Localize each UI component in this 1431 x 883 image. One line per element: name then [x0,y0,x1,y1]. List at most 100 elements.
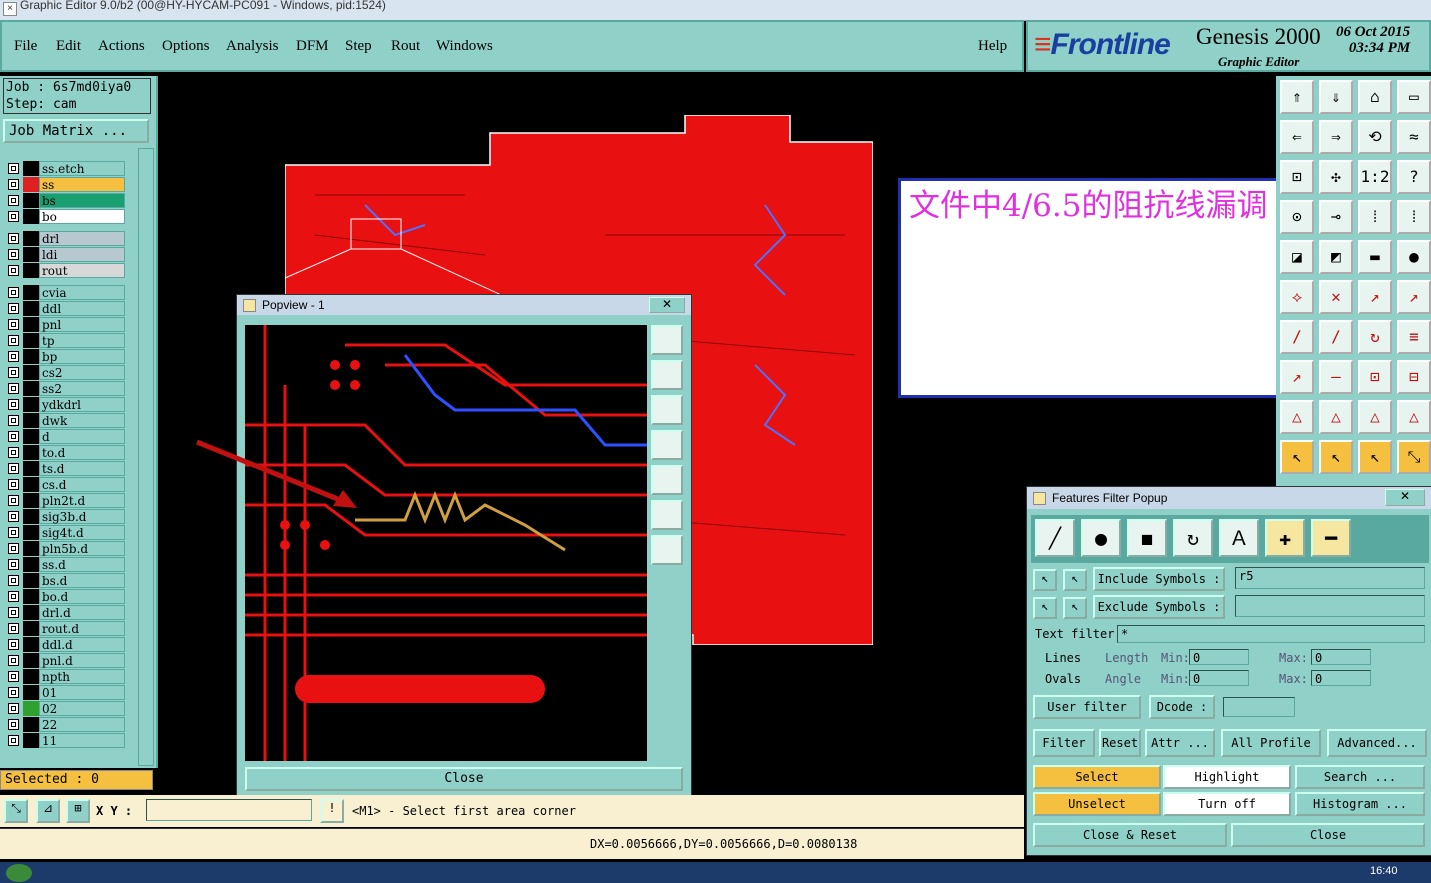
dash-icon[interactable]: — [1319,360,1353,394]
layer-name[interactable]: 01 [39,685,125,700]
length-max-field[interactable]: 0 [1311,649,1371,665]
line-diag-icon[interactable]: ↗ [1397,280,1431,314]
exclude-symbols-button[interactable]: Exclude Symbols : [1093,595,1225,619]
layer-name[interactable]: to.d [39,445,125,460]
line-type-icon[interactable]: ╱ [1035,519,1075,557]
layer-name[interactable]: pln2t.d [39,493,125,508]
snap-icon[interactable]: ⊙ [1280,200,1314,234]
layer-checkbox[interactable] [8,495,19,506]
layer-checkbox[interactable] [8,671,19,682]
text-filter-field[interactable]: * [1117,625,1425,643]
move-left-icon[interactable] [651,430,683,460]
exclude-pick-icon[interactable]: ↖ [1033,597,1057,619]
layer-color-swatch[interactable] [23,413,39,428]
lines-checkbox[interactable]: Lines [1045,651,1081,665]
layer-color-swatch[interactable] [23,397,39,412]
layer-checkbox[interactable] [8,527,19,538]
layer-color-swatch[interactable] [23,589,39,604]
menu-options[interactable]: Options [162,38,210,55]
layer-color-swatch[interactable] [23,247,39,262]
layer-checkbox[interactable] [8,319,19,330]
layer-color-swatch[interactable] [23,637,39,652]
layer-row[interactable]: ldi [3,247,127,262]
layer-row[interactable]: sig4t.d [3,525,127,540]
layers2-icon[interactable]: ⁞ [1397,200,1431,234]
move-down-icon[interactable] [651,395,683,425]
layer-row[interactable]: pln2t.d [3,493,127,508]
menu-analysis[interactable]: Analysis [226,38,279,55]
tri4-icon[interactable]: △ [1397,400,1431,434]
layer-name[interactable]: dwk [39,413,125,428]
popview-close-button[interactable]: Close [245,767,683,791]
layer-row[interactable]: ddl.d [3,637,127,652]
rotate-icon[interactable]: ↻ [1358,320,1392,354]
move-up-icon[interactable] [651,360,683,390]
layer-name[interactable]: ldi [39,247,125,262]
expand-icon[interactable] [651,500,683,530]
grid-icon[interactable]: ⊞ [66,799,90,823]
filter-toggle[interactable]: Filter [1033,729,1095,757]
menu-icon[interactable]: ≡ [1397,320,1431,354]
layer-row[interactable]: d [3,429,127,444]
layer-row[interactable]: tp [3,333,127,348]
arc-type-icon[interactable]: ↻ [1173,519,1213,557]
menu-step[interactable]: Step [345,38,372,55]
left-icon[interactable]: ⇐ [1280,120,1314,154]
arrow-icon[interactable]: ↗ [1280,360,1314,394]
include-symbols-button[interactable]: Include Symbols : [1093,567,1225,591]
zoom-fit-icon[interactable] [651,325,683,355]
home-icon[interactable]: ⌂ [1358,80,1392,114]
box-icon[interactable]: ⊡ [1358,360,1392,394]
layer-color-swatch[interactable] [23,685,39,700]
layer-checkbox[interactable] [8,351,19,362]
negative-icon[interactable]: ━ [1311,519,1351,557]
layer-color-swatch[interactable] [23,381,39,396]
layer-color-swatch[interactable] [23,429,39,444]
tri3-icon[interactable]: △ [1358,400,1392,434]
layer-color-swatch[interactable] [23,509,39,524]
layer-color-swatch[interactable] [23,701,39,716]
popview-canvas[interactable] [245,325,647,761]
layer-row[interactable]: bo.d [3,589,127,604]
length-checkbox[interactable]: Length [1105,651,1148,665]
layer-row[interactable]: 11 [3,733,127,748]
search-button[interactable]: Search ... [1295,765,1425,789]
layer-name[interactable]: ss.etch [39,161,125,176]
include-pick-icon[interactable]: ↖ [1033,569,1057,591]
layer-checkbox[interactable] [8,265,19,276]
layer-row[interactable]: pln5b.d [3,541,127,556]
layer-row[interactable]: pnl [3,317,127,332]
surface-type-icon[interactable]: ◼ [1127,519,1167,557]
layer-row[interactable]: drl [3,231,127,246]
layer-checkbox[interactable] [8,287,19,298]
layer-color-swatch[interactable] [23,541,39,556]
layer-color-swatch[interactable] [23,317,39,332]
layer-checkbox[interactable] [8,179,19,190]
layer-name[interactable]: cs2 [39,365,125,380]
move-icon[interactable]: ✣ [1319,160,1353,194]
layer-row[interactable]: bs.d [3,573,127,588]
layer-color-swatch[interactable] [23,605,39,620]
layer-row[interactable]: to.d [3,445,127,460]
layer-color-swatch[interactable] [23,573,39,588]
layer-color-swatch[interactable] [23,445,39,460]
layer-name[interactable]: sig4t.d [39,525,125,540]
layer-name[interactable]: pln5b.d [39,541,125,556]
layer-row[interactable]: ts.d [3,461,127,476]
box2-icon[interactable]: ⊟ [1397,360,1431,394]
layer-checkbox[interactable] [8,233,19,244]
layer-row[interactable]: dwk [3,413,127,428]
layer-row[interactable]: bp [3,349,127,364]
layer-row[interactable]: ss [3,177,127,192]
layer-row[interactable]: 22 [3,717,127,732]
layer-checkbox[interactable] [8,335,19,346]
angle-checkbox[interactable]: Angle [1105,672,1141,686]
exclude-clear-icon[interactable]: ↖ [1063,597,1087,619]
layer-checkbox[interactable] [8,431,19,442]
layer-name[interactable]: ss [39,177,125,192]
layer-row[interactable]: drl.d [3,605,127,620]
line-up-icon[interactable]: ↗ [1358,280,1392,314]
layer-name[interactable]: drl.d [39,605,125,620]
tri2-icon[interactable]: △ [1319,400,1353,434]
layer-color-swatch[interactable] [23,493,39,508]
